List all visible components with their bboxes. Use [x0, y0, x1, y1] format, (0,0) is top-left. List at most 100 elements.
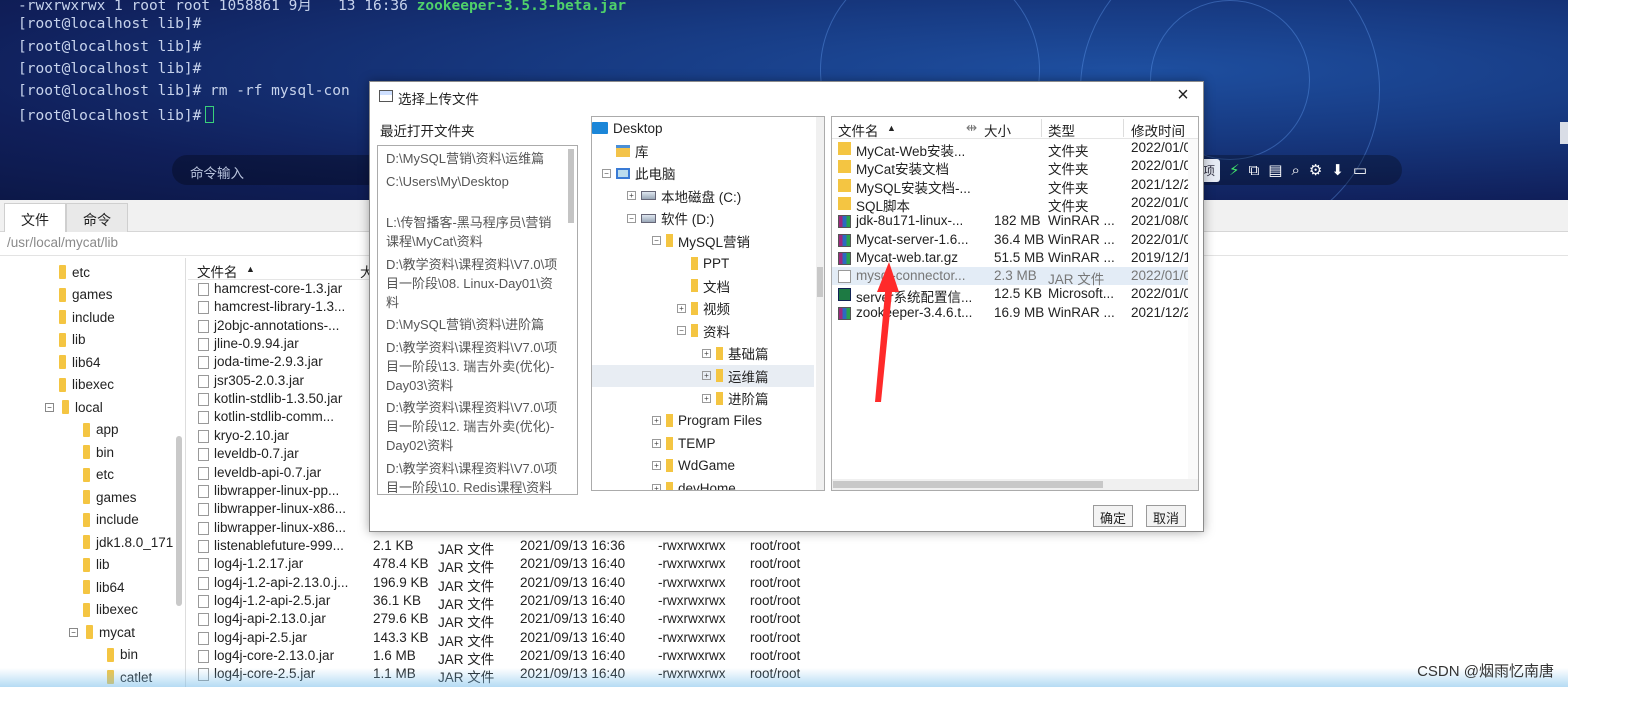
tree-item[interactable]: bin: [83, 441, 114, 463]
local-file-row[interactable]: Mycat-server-1.6... 36.4 MB WinRAR ... 2022…: [832, 231, 1198, 249]
folder-tree-scrollbar[interactable]: [816, 117, 824, 490]
local-file-row[interactable]: MyCat安装文档 文件夹 2022/01/05: [832, 157, 1198, 177]
collapse-icon[interactable]: −: [602, 168, 611, 178]
tree-scrollbar[interactable]: [176, 436, 182, 606]
tree-item[interactable]: lib64: [83, 576, 125, 598]
tree-item[interactable]: games: [59, 284, 113, 306]
folder-tree-item[interactable]: + 进阶篇: [702, 388, 769, 408]
expand-icon[interactable]: +: [677, 303, 686, 313]
tree-item[interactable]: lib: [59, 329, 86, 351]
window-icon[interactable]: ▭: [1353, 161, 1367, 179]
table-row[interactable]: log4j-1.2-api-2.13.0.j... 196.9 KB JAR 文件 2…: [188, 574, 848, 594]
scroll-thumb[interactable]: [833, 481, 1103, 488]
expand-icon[interactable]: +: [702, 348, 711, 358]
local-file-row[interactable]: Mycat-web.tar.gz 51.5 MB WinRAR ... 2019/12…: [832, 249, 1198, 267]
local-file-row[interactable]: MyCat-Web安装... 文件夹 2022/01/05: [832, 139, 1198, 159]
table-row[interactable]: log4j-1.2-api-2.5.jar 36.1 KB JAR 文件 2021/0…: [188, 592, 848, 612]
tree-item[interactable]: etc: [83, 464, 114, 486]
cancel-button[interactable]: 取消: [1146, 505, 1187, 527]
expand-icon[interactable]: +: [652, 461, 661, 470]
file-pane-vscroll[interactable]: [1188, 139, 1198, 479]
tab-commands[interactable]: 命令: [66, 203, 128, 232]
tree-item[interactable]: etc: [59, 261, 90, 283]
tree-item[interactable]: − local: [45, 396, 103, 418]
tree-item[interactable]: jdk1.8.0_171: [83, 531, 173, 553]
folder-tree-item[interactable]: Desktop: [592, 118, 663, 138]
scroll-thumb[interactable]: [817, 267, 823, 297]
local-file-row[interactable]: zookeeper-3.4.6.t... 16.9 MB WinRAR ... 202…: [832, 304, 1198, 322]
tree-item[interactable]: lib: [83, 554, 110, 576]
tree-item[interactable]: include: [83, 509, 139, 531]
local-file-row[interactable]: SQL脚本 文件夹 2022/01/05: [832, 194, 1198, 214]
table-row[interactable]: log4j-core-2.13.0.jar 1.6 MB JAR 文件 2021/09…: [188, 647, 848, 667]
folder-tree-item[interactable]: − 资料: [677, 321, 730, 341]
header-modified[interactable]: 修改时间: [1131, 120, 1185, 140]
recent-folder-item[interactable]: D:\教学资料\课程资料\V7.0\项目一阶段\12. 瑞吉外卖(优化)-Day…: [386, 398, 558, 455]
folder-tree-item[interactable]: + WdGame: [652, 456, 735, 476]
collapse-icon[interactable]: −: [677, 326, 686, 335]
table-row[interactable]: log4j-api-2.13.0.jar 279.6 KB JAR 文件 2021/0…: [188, 610, 848, 630]
folder-tree-item[interactable]: + Program Files: [652, 411, 762, 431]
table-row[interactable]: log4j-api-2.5.jar 143.3 KB JAR 文件 2021/09/1…: [188, 629, 848, 649]
file-pane-hscroll[interactable]: [832, 479, 1198, 490]
lightning-icon[interactable]: ⚡: [1229, 161, 1240, 179]
expand-icon[interactable]: +: [652, 483, 661, 490]
folder-tree-item[interactable]: PPT: [677, 253, 729, 273]
recent-folder-item[interactable]: D:\MySQL营销\资料\运维篇: [386, 149, 558, 168]
paste-icon[interactable]: ▤: [1268, 161, 1282, 179]
folder-tree-item[interactable]: + 视频: [677, 298, 730, 318]
recent-folder-item[interactable]: C:\Users\My\Desktop: [386, 172, 558, 191]
search-icon[interactable]: ⌕: [1291, 162, 1299, 179]
folder-tree-item[interactable]: + devHome: [652, 478, 736, 490]
folder-tree-item[interactable]: + TEMP: [652, 433, 716, 453]
collapse-icon[interactable]: −: [45, 402, 54, 412]
header-filename[interactable]: 文件名: [197, 261, 238, 281]
local-file-row[interactable]: mysql-connector... 2.3 MB JAR 文件 2022/01/04: [832, 267, 1198, 287]
tree-item[interactable]: libexec: [83, 599, 138, 621]
ok-button[interactable]: 确定: [1093, 505, 1134, 527]
collapse-icon[interactable]: −: [652, 236, 661, 245]
folder-tree-item[interactable]: − 此电脑: [602, 163, 676, 183]
tree-item[interactable]: include: [59, 306, 115, 328]
recent-folder-item[interactable]: D:\教学资料\课程资料\V7.0\项目一阶段\10. Redis课程\资料\R…: [386, 459, 558, 495]
local-file-row[interactable]: jdk-8u171-linux-... 182 MB WinRAR ... 2021/…: [832, 212, 1198, 230]
folder-tree-item[interactable]: 库: [602, 141, 649, 161]
tree-item[interactable]: libexec: [59, 374, 114, 396]
header-filename[interactable]: 文件名: [838, 120, 879, 140]
local-file-row[interactable]: MySQL安装文档-... 文件夹 2021/12/29: [832, 176, 1198, 196]
recent-folder-item[interactable]: D:\教学资料\课程资料\V7.0\项目一阶段\13. 瑞吉外卖(优化)-Day…: [386, 338, 558, 395]
recent-folder-item[interactable]: D:\MySQL营销\资料\进阶篇: [386, 315, 558, 334]
folder-tree-item[interactable]: + 本地磁盘 (C:): [627, 186, 741, 206]
folder-tree-item[interactable]: 文档: [677, 276, 730, 296]
collapse-icon[interactable]: −: [627, 213, 636, 223]
local-file-row[interactable]: server系统配置信... 12.5 KB Microsoft... 2022/01…: [832, 285, 1198, 305]
table-row[interactable]: log4j-1.2.17.jar 478.4 KB JAR 文件 2021/09/13…: [188, 555, 848, 575]
expand-icon[interactable]: +: [702, 393, 711, 403]
table-row[interactable]: listenablefuture-999... 2.1 KB JAR 文件 2021/…: [188, 537, 848, 557]
folder-tree-item[interactable]: + 基础篇: [702, 343, 769, 363]
tree-item[interactable]: − mycat: [69, 621, 135, 643]
recent-scrollbar[interactable]: [568, 149, 574, 223]
close-icon[interactable]: ×: [1171, 84, 1195, 108]
command-input[interactable]: 命令输入: [190, 162, 244, 182]
expand-icon[interactable]: +: [652, 416, 661, 425]
header-size[interactable]: 大小: [984, 120, 1011, 140]
expand-icon[interactable]: +: [702, 371, 711, 380]
expand-icon[interactable]: +: [652, 438, 661, 448]
folder-tree-item[interactable]: − MySQL营销: [652, 231, 750, 251]
header-type[interactable]: 类型: [1048, 120, 1075, 140]
expand-icon[interactable]: +: [627, 191, 636, 200]
folder-tree-item[interactable]: − 软件 (D:): [627, 208, 714, 228]
collapse-icon[interactable]: −: [69, 627, 78, 637]
tree-item[interactable]: lib64: [59, 351, 101, 373]
recent-folder-item[interactable]: D:\教学资料\课程资料\V7.0\项目一阶段\08. Linux-Day01\…: [386, 255, 558, 312]
tab-files[interactable]: 文件: [4, 203, 66, 232]
tree-item[interactable]: bin: [107, 644, 138, 666]
folder-tree-item[interactable]: + 运维篇: [702, 366, 769, 386]
tree-item[interactable]: app: [83, 419, 119, 441]
gear-icon[interactable]: ⚙: [1309, 161, 1322, 179]
terminal-scrollbar[interactable]: [1560, 122, 1568, 144]
copy-icon[interactable]: ⧉: [1249, 162, 1260, 179]
recent-folder-item[interactable]: L:\传智播客-黑马程序员\营销课程\MyCat\资料: [386, 213, 558, 251]
tree-item[interactable]: games: [83, 486, 137, 508]
